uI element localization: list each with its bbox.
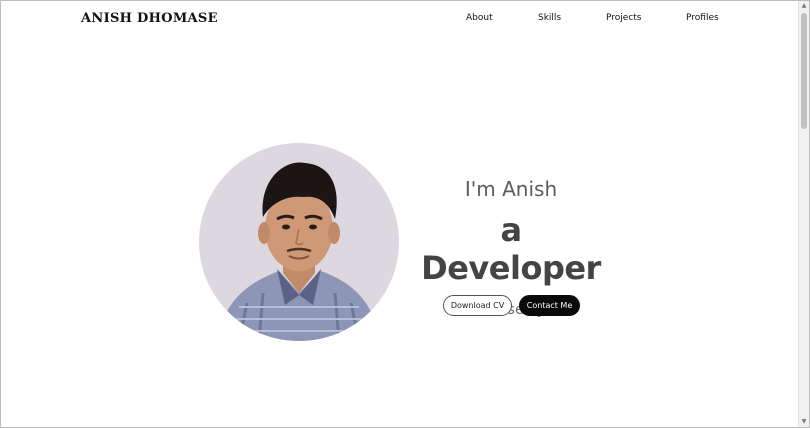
scrollbar-thumb[interactable]: [801, 13, 807, 129]
contact-me-button[interactable]: Contact Me: [519, 295, 580, 316]
hero-greeting: I'm Anish: [464, 177, 558, 201]
scroll-down-arrow-icon[interactable]: ▼: [799, 417, 809, 427]
nav-link-about[interactable]: About: [466, 13, 493, 23]
top-nav: About Skills Projects Profiles: [1, 13, 801, 27]
nav-link-projects[interactable]: Projects: [606, 13, 641, 23]
nav-link-profiles[interactable]: Profiles: [686, 13, 719, 23]
scroll-up-arrow-icon[interactable]: ▲: [799, 1, 809, 11]
hero-title: a Developer: [421, 211, 601, 287]
vertical-scrollbar[interactable]: ▲ ▼: [798, 1, 809, 427]
profile-photo-illustration: [217, 162, 381, 341]
hero-text-block: I'm Anish a Developer Nice to see you!: [411, 171, 611, 319]
profile-photo: [199, 143, 399, 341]
download-cv-button[interactable]: Download CV: [443, 295, 512, 316]
browser-viewport: ANISH DHOMASE About Skills Projects Prof…: [0, 0, 810, 428]
nav-link-skills[interactable]: Skills: [538, 13, 561, 23]
